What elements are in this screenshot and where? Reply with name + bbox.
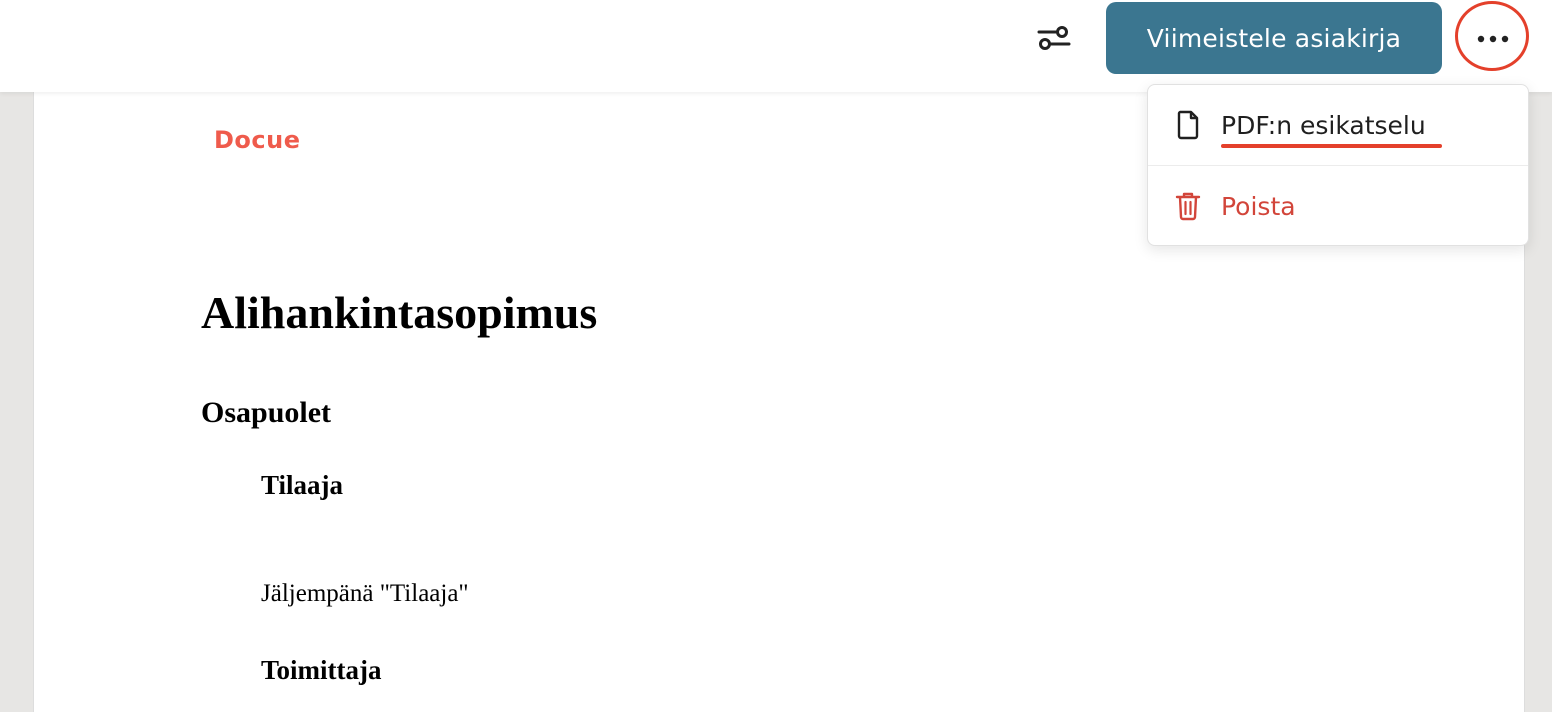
filter-button[interactable] (1030, 20, 1078, 60)
file-icon (1174, 110, 1202, 140)
finalize-document-label: Viimeistele asiakirja (1146, 23, 1402, 53)
top-toolbar: Viimeistele asiakirja (0, 0, 1552, 92)
ellipsis-icon (1476, 29, 1510, 48)
section-heading-parties: Osapuolet (201, 396, 332, 429)
sliders-icon (1036, 24, 1072, 56)
party-label-tilaaja: Tilaaja (261, 470, 344, 500)
highlight-underline (1221, 144, 1442, 148)
party-label-toimittaja: Toimittaja (261, 655, 382, 685)
menu-item-pdf-preview[interactable]: PDF:n esikatselu (1148, 85, 1528, 165)
trash-icon (1174, 191, 1202, 221)
menu-item-label: PDF:n esikatselu (1221, 110, 1426, 140)
party-note-tilaaja: Jäljempänä "Tilaaja" (261, 580, 469, 607)
finalize-document-button[interactable]: Viimeistele asiakirja (1106, 2, 1442, 74)
docue-logo: Docue (214, 126, 301, 154)
more-options-menu: PDF:n esikatselu Poista (1147, 84, 1529, 246)
more-options-button[interactable] (1453, 2, 1533, 74)
menu-item-label: Poista (1221, 191, 1296, 221)
menu-item-delete[interactable]: Poista (1148, 166, 1528, 246)
document-title: Alihankintasopimus (201, 287, 598, 338)
